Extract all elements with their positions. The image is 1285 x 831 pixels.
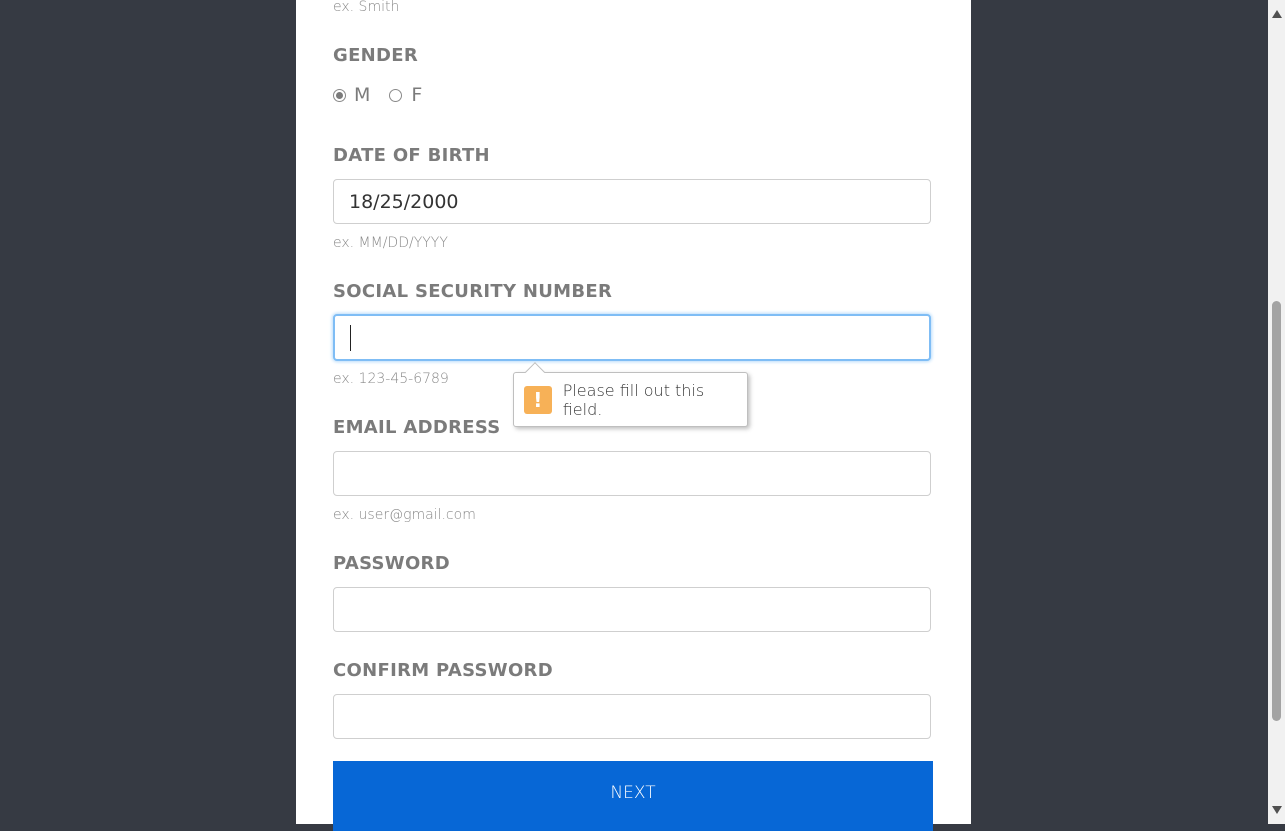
ssn-hint: ex. 123-45-6789 — [333, 371, 449, 387]
validation-tooltip: ! Please fill out this field. — [513, 372, 748, 427]
scroll-up-arrow-icon[interactable] — [1272, 10, 1282, 18]
password-input[interactable] — [333, 587, 931, 632]
dob-hint: ex. MM/DD/YYYY — [333, 235, 448, 251]
confirm-password-input[interactable] — [333, 694, 931, 739]
gender-f-radio[interactable] — [389, 88, 403, 102]
confirm-password-label: CONFIRM PASSWORD — [333, 660, 553, 681]
password-label: PASSWORD — [333, 553, 450, 574]
email-hint: ex. user@gmail.com — [333, 507, 476, 523]
gender-radio-group: M F — [333, 84, 441, 106]
gender-m-radio[interactable] — [333, 88, 346, 102]
scroll-thumb[interactable] — [1272, 301, 1281, 721]
last-name-hint: ex. Smith — [333, 0, 400, 15]
dob-input[interactable]: 18/25/2000 — [333, 179, 931, 224]
gender-f-label[interactable]: F — [411, 84, 422, 106]
warning-icon: ! — [524, 385, 552, 414]
gender-label: GENDER — [333, 45, 419, 66]
email-input[interactable] — [333, 451, 931, 496]
next-button[interactable]: NEXT — [333, 761, 933, 831]
tooltip-message: Please fill out this field. — [562, 380, 705, 419]
text-caret — [350, 324, 351, 351]
email-label: EMAIL ADDRESS — [333, 417, 501, 438]
vertical-scrollbar[interactable] — [1268, 0, 1285, 824]
dob-label: DATE OF BIRTH — [333, 145, 490, 166]
ssn-input[interactable] — [333, 314, 931, 361]
ssn-label: SOCIAL SECURITY NUMBER — [333, 281, 613, 302]
gender-m-label[interactable]: M — [354, 84, 370, 106]
scroll-down-arrow-icon[interactable] — [1272, 806, 1282, 814]
